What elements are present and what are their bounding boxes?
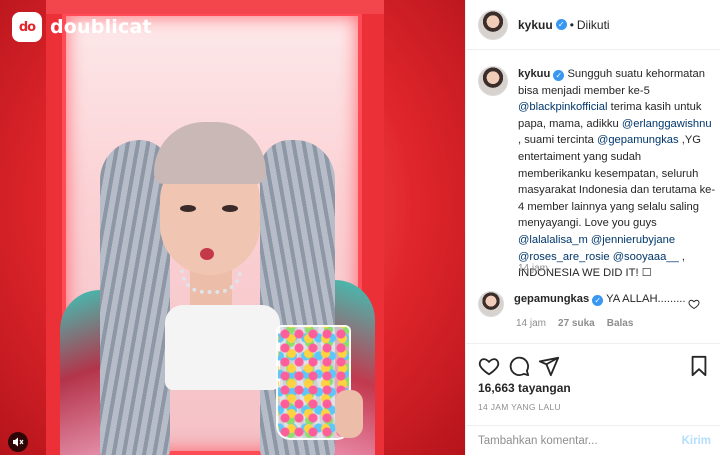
braids-left — [100, 140, 170, 455]
mention-link[interactable]: @gepamungkas — [597, 134, 679, 146]
bookmark-icon[interactable] — [688, 355, 710, 377]
post-side-panel: kykuu ✓ • Diikuti kykuu ✓ Sungguh suatu k… — [465, 0, 720, 455]
performer-figure — [60, 100, 375, 455]
post-media[interactable]: do doublicat — [0, 0, 465, 455]
reply-button[interactable]: Balas — [607, 318, 634, 329]
post-comment-button[interactable]: Kirim — [682, 435, 711, 447]
doublicat-logo-icon: do — [12, 12, 42, 42]
mouth — [200, 248, 214, 260]
eye-left — [180, 205, 196, 212]
post-age: 14 JAM YANG LALU — [478, 402, 561, 412]
comment-text: gepamungkas ✓ YA ALLAH......... — [514, 291, 689, 317]
comment-input[interactable] — [478, 434, 682, 447]
view-count[interactable]: 16,663 tayangan — [478, 381, 571, 395]
post-header: kykuu ✓ • Diikuti — [466, 0, 720, 50]
bangs — [154, 122, 266, 184]
comment-meta: 14 jam 27 suka Balas — [516, 318, 633, 329]
comment-username[interactable]: gepamungkas — [514, 293, 589, 305]
speaker-muted-icon[interactable] — [8, 432, 28, 452]
caption-timestamp: 14 jam — [518, 263, 549, 274]
doublicat-watermark: do doublicat — [12, 12, 152, 42]
watermark-text: doublicat — [50, 16, 152, 38]
verified-badge-icon: ✓ — [555, 19, 567, 30]
emoji-placeholder: ☐ — [641, 267, 652, 280]
comment-avatar[interactable] — [478, 291, 504, 317]
header-separator: • — [569, 17, 574, 32]
header-user-line: kykuu ✓ • Diikuti — [518, 18, 610, 32]
avatar[interactable] — [478, 9, 508, 40]
following-button[interactable]: Diikuti — [577, 18, 610, 32]
caption-avatar[interactable] — [478, 66, 508, 96]
mention-link[interactable]: @sooyaaa__ — [613, 251, 679, 263]
white-top — [165, 305, 280, 390]
eye-right — [222, 205, 238, 212]
caption-segment: , suami tercinta — [518, 134, 597, 147]
mention-link[interactable]: @jennierubyjane — [591, 234, 675, 246]
mention-link[interactable]: @blackpinkofficial — [518, 101, 608, 113]
share-icon[interactable] — [538, 355, 560, 377]
caption-username[interactable]: kykuu — [518, 68, 550, 80]
comment-likes[interactable]: 27 suka — [558, 318, 595, 329]
hand — [335, 390, 363, 438]
verified-badge-icon: ✓ — [592, 295, 604, 306]
caption-text: kykuu ✓ Sungguh suatu kehormatan bisa men… — [518, 66, 716, 282]
comment-item: gepamungkas ✓ YA ALLAH......... — [478, 291, 716, 317]
caption: kykuu ✓ Sungguh suatu kehormatan bisa men… — [478, 66, 716, 282]
comment-like-heart-icon[interactable] — [688, 298, 700, 310]
action-bar — [466, 343, 720, 377]
header-username[interactable]: kykuu — [518, 18, 553, 32]
mention-link[interactable]: @lalalalisa_m — [518, 234, 588, 246]
comment-body: YA ALLAH......... — [606, 293, 686, 305]
verified-badge-icon: ✓ — [553, 70, 565, 81]
mention-link[interactable]: @erlanggawishnu — [622, 118, 712, 130]
comment-icon[interactable] — [508, 355, 530, 377]
comment-composer: Kirim — [466, 425, 720, 455]
comment-timestamp: 14 jam — [516, 318, 547, 329]
heart-icon[interactable] — [478, 355, 500, 377]
caption-segment: ,YG entertaiment yang sudah memberikanku… — [518, 134, 716, 230]
mention-link[interactable]: @roses_are_rosie — [518, 251, 610, 263]
